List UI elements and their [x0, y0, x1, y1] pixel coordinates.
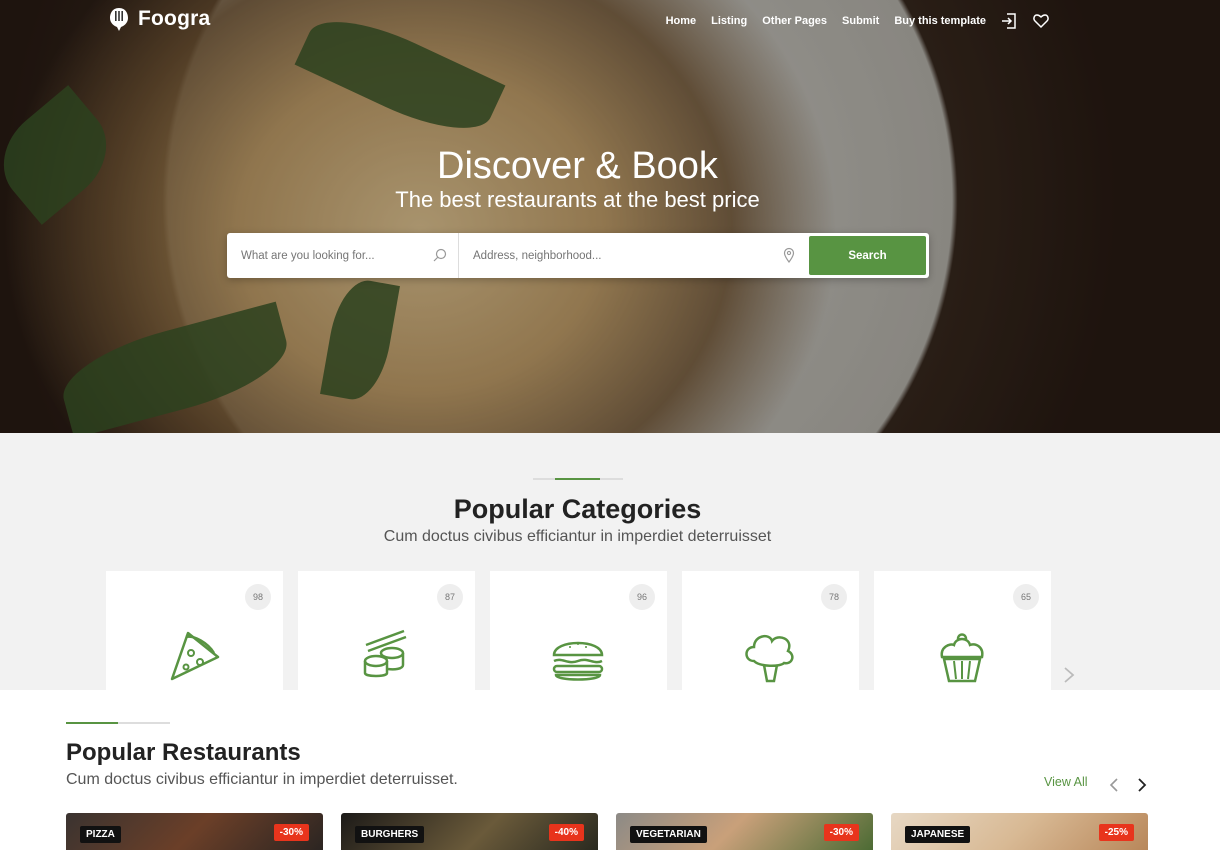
discount-badge: -25% — [1098, 824, 1134, 841]
hero-overlay — [0, 0, 1220, 433]
burger-icon — [552, 641, 604, 681]
discount-badge: -30% — [823, 824, 859, 841]
nav-home[interactable]: Home — [666, 15, 697, 27]
what-input[interactable] — [241, 249, 458, 262]
sign-in-icon[interactable] — [1000, 12, 1018, 30]
category-card-sushi[interactable]: 87 — [298, 571, 475, 690]
category-count: 87 — [437, 584, 463, 610]
restaurant-card[interactable]: JAPANESE -25% — [891, 813, 1148, 850]
fork-icon — [110, 8, 128, 31]
chevron-right-icon[interactable] — [1136, 777, 1148, 793]
search-button[interactable]: Search — [809, 236, 926, 275]
category-count: 65 — [1013, 584, 1039, 610]
section-divider-accent — [555, 478, 600, 480]
heart-icon[interactable] — [1032, 12, 1050, 30]
main-nav: Home Listing Other Pages Submit Buy this… — [651, 12, 1050, 30]
category-tag: BURGHERS — [355, 826, 425, 843]
view-all-link[interactable]: View All — [1044, 775, 1088, 789]
where-input[interactable] — [473, 249, 807, 262]
nav-buy-template[interactable]: Buy this template — [894, 15, 986, 27]
restaurants-subtitle: Cum doctus civibus efficiantur in imperd… — [66, 771, 458, 788]
restaurant-card[interactable]: PIZZA -30% — [66, 813, 323, 850]
search-icon — [433, 248, 447, 262]
hero-title: Discover & Book — [437, 145, 718, 187]
category-tag: JAPANESE — [905, 826, 971, 843]
where-field — [459, 233, 807, 278]
category-card-pizza[interactable]: 98 — [106, 571, 283, 690]
categories-list: 98 87 96 78 65 — [106, 571, 1051, 690]
what-field — [227, 233, 459, 278]
sushi-icon — [363, 629, 407, 678]
location-pin-icon — [783, 247, 795, 263]
search-bar: Search — [227, 233, 929, 278]
category-count: 78 — [821, 584, 847, 610]
restaurants-title: Popular Restaurants — [66, 739, 301, 766]
category-count: 98 — [245, 584, 271, 610]
nav-other-pages[interactable]: Other Pages — [762, 15, 827, 27]
chevron-left-icon[interactable] — [1108, 777, 1120, 793]
chevron-right-icon[interactable] — [1062, 666, 1076, 684]
hero-subtitle: The best restaurants at the best price — [395, 187, 760, 212]
restaurants-section: Popular Restaurants Cum doctus civibus e… — [0, 690, 1220, 850]
brand-logo[interactable]: Foogra — [106, 6, 210, 32]
categories-title: Popular Categories — [453, 494, 702, 524]
nav-listing[interactable]: Listing — [711, 15, 747, 27]
restaurant-card[interactable]: BURGHERS -40% — [341, 813, 598, 850]
broccoli-icon — [745, 634, 794, 683]
brand-name: Foogra — [138, 7, 211, 30]
category-card-vegetarian[interactable]: 78 — [682, 571, 859, 690]
category-tag: PIZZA — [80, 826, 121, 843]
discount-badge: -40% — [548, 824, 584, 841]
restaurant-cards: PIZZA -30% BURGHERS -40% VEGETARIAN -30%… — [66, 813, 1148, 850]
category-tag: VEGETARIAN — [630, 826, 707, 843]
pizza-icon — [170, 631, 220, 681]
restaurant-card[interactable]: VEGETARIAN -30% — [616, 813, 873, 850]
nav-submit[interactable]: Submit — [842, 15, 879, 27]
cupcake-icon — [940, 633, 984, 683]
category-card-burger[interactable]: 96 — [490, 571, 667, 690]
section-divider-accent — [66, 722, 118, 724]
categories-subtitle: Cum doctus civibus efficiantur in imperd… — [383, 528, 772, 545]
category-count: 96 — [629, 584, 655, 610]
category-card-dessert[interactable]: 65 — [874, 571, 1051, 690]
hero-section: Foogra Home Listing Other Pages Submit B… — [0, 0, 1220, 433]
discount-badge: -30% — [273, 824, 309, 841]
